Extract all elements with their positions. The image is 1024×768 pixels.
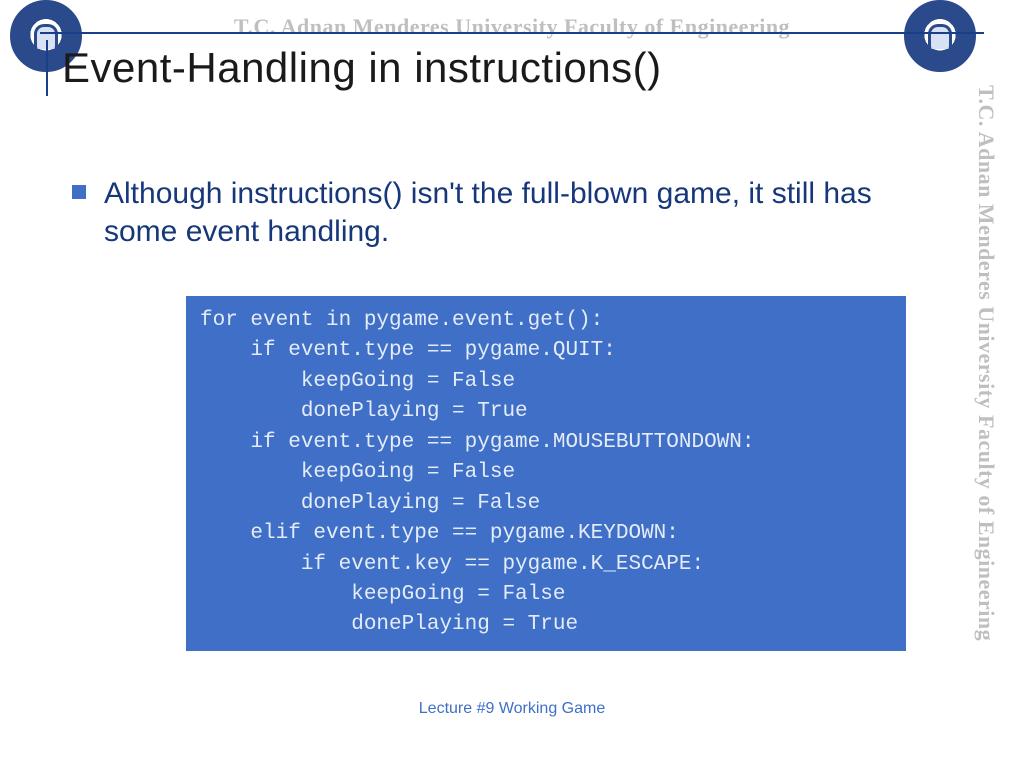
code-content: for event in pygame.event.get(): if even… xyxy=(200,306,892,641)
bullet-text: Although instructions() isn't the full-b… xyxy=(104,175,904,250)
title-accent-bar xyxy=(46,40,48,96)
bullet-item: Although instructions() isn't the full-b… xyxy=(72,175,904,250)
slide-footer: Lecture #9 Working Game xyxy=(0,700,1024,718)
bullet-square-icon xyxy=(72,185,86,199)
watermark-side: T.C. Adnan Menderes University Faculty o… xyxy=(974,85,998,708)
slide-title: Event-Handling in instructions() xyxy=(62,44,662,92)
faculty-logo-icon xyxy=(904,0,976,72)
slide: T.C. Adnan Menderes University Faculty o… xyxy=(0,0,1024,768)
watermark-side-text: T.C. Adnan Menderes University Faculty o… xyxy=(973,85,999,641)
header-rule xyxy=(40,32,984,34)
title-block: Event-Handling in instructions() xyxy=(46,40,662,96)
watermark-top: T.C. Adnan Menderes University Faculty o… xyxy=(0,14,1024,40)
code-block: for event in pygame.event.get(): if even… xyxy=(186,296,906,651)
